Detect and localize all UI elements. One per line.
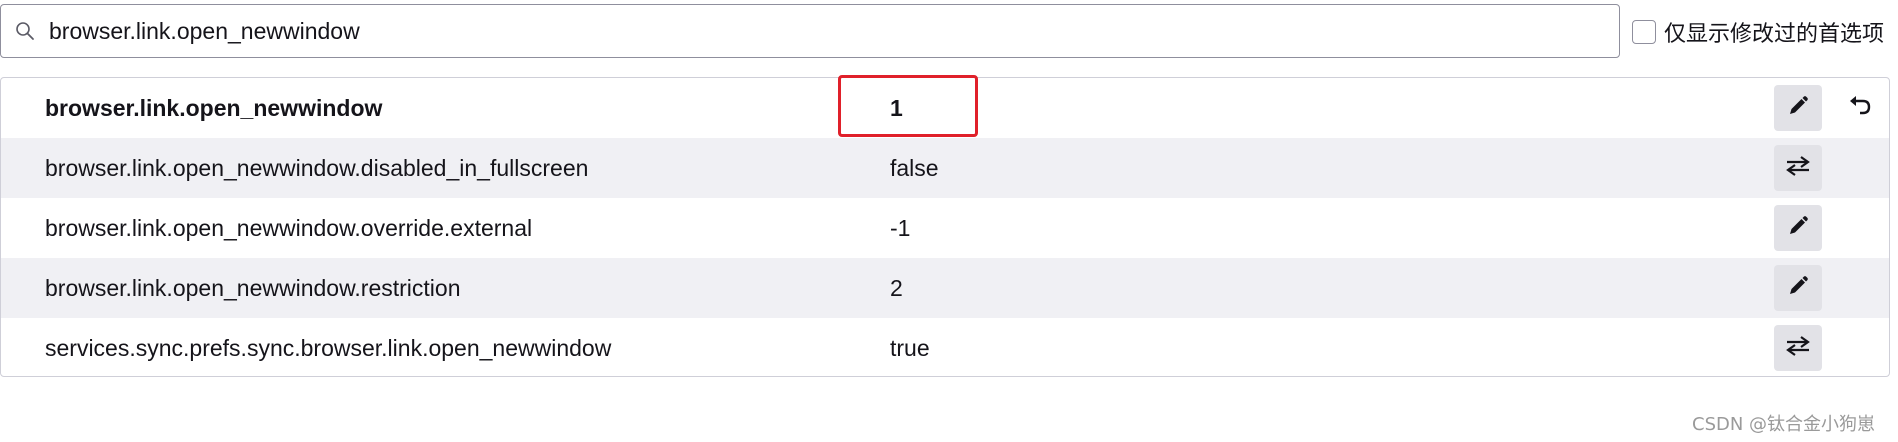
edit-button[interactable] [1774,205,1822,251]
search-input[interactable] [49,5,1619,57]
pref-name: browser.link.open_newwindow.disabled_in_… [45,154,589,181]
pref-name: browser.link.open_newwindow [45,94,383,121]
pref-row: browser.link.open_newwindow.restriction … [1,258,1889,318]
pref-value: 2 [890,274,903,301]
search-icon [15,21,35,41]
pref-name: services.sync.prefs.sync.browser.link.op… [45,334,612,361]
show-only-modified-label: 仅显示修改过的首选项 [1664,22,1885,47]
edit-button[interactable] [1774,85,1822,131]
edit-button[interactable] [1774,265,1822,311]
preferences-table: browser.link.open_newwindow 1 browser.li… [0,77,1890,377]
pref-row: browser.link.open_newwindow.disabled_in_… [1,138,1889,198]
pref-value: true [890,334,930,361]
pref-row: services.sync.prefs.sync.browser.link.op… [1,318,1889,376]
pref-row: browser.link.open_newwindow 1 [1,78,1889,138]
pref-name: browser.link.open_newwindow.override.ext… [45,214,533,241]
pencil-icon [1787,95,1809,122]
toggle-arrows-icon [1785,155,1811,182]
pencil-icon [1787,275,1809,302]
pref-value: false [890,154,939,181]
pencil-icon [1787,215,1809,242]
watermark: CSDN @钛合金小狗崽 [1692,414,1876,435]
pref-value: -1 [890,214,911,241]
toggle-button[interactable] [1774,145,1822,191]
reset-button[interactable] [1836,85,1884,131]
show-only-modified-toggle[interactable]: 仅显示修改过的首选项 [1632,16,1884,48]
toggle-button[interactable] [1774,325,1822,371]
pref-value: 1 [890,94,903,121]
pref-row: browser.link.open_newwindow.override.ext… [1,198,1889,258]
toggle-arrows-icon [1785,335,1811,362]
pref-name: browser.link.open_newwindow.restriction [45,274,461,301]
undo-icon [1848,95,1872,122]
show-only-modified-checkbox[interactable] [1632,20,1656,44]
search-bar[interactable] [0,4,1620,58]
